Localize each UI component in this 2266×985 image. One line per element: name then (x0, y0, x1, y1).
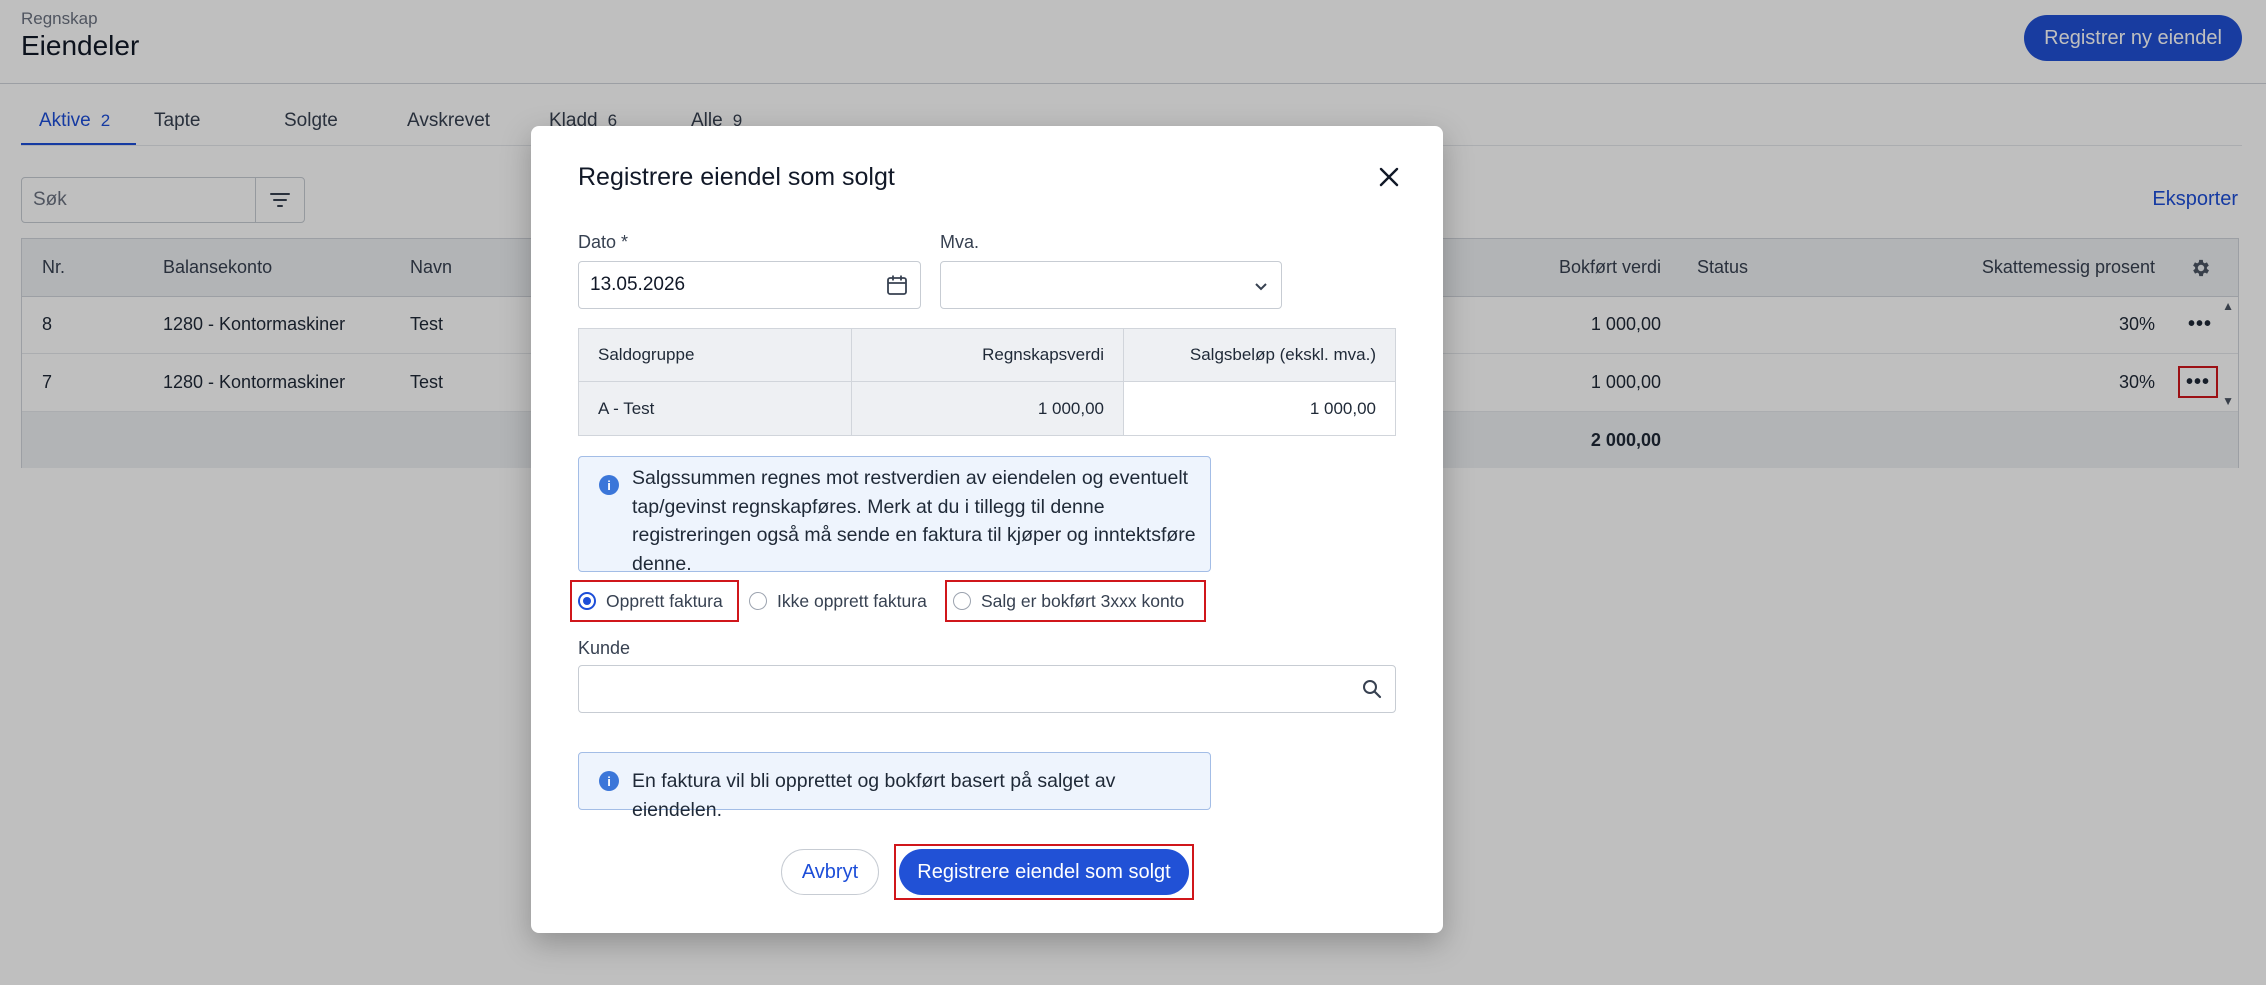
sell-asset-dialog: Registrere eiendel som solgt Dato * 13.0… (531, 126, 1443, 933)
info-box-sale: i Salgssummen regnes mot restverdien av … (578, 456, 1211, 575)
customer-label: Kunde (578, 638, 631, 658)
radio-label: Salg er bokført 3xxx konto (981, 590, 1185, 611)
dialog-title: Registrere eiendel som solgt (578, 163, 895, 191)
cancel-button[interactable]: Avbryt (781, 849, 879, 895)
submit-highlight: Registrere eiendel som solgt (894, 844, 1194, 900)
close-button[interactable] (1375, 163, 1403, 191)
grid-header-book-value: Regnskapsverdi (852, 329, 1124, 382)
sale-amount-grid: Saldogruppe Regnskapsverdi Salgsbeløp (e… (578, 328, 1396, 436)
close-icon (1379, 167, 1399, 187)
chevron-down-icon (1255, 283, 1267, 291)
radio-label: Ikke opprett faktura (777, 590, 927, 611)
vat-label: Mva. (940, 232, 980, 252)
radio-label: Opprett faktura (606, 590, 723, 611)
grid-cell-balance-group: A - Test (579, 382, 852, 435)
grid-header-sale-amount: Salgsbeløp (ekskl. mva.) (1124, 329, 1395, 382)
register-sold-button[interactable]: Registrere eiendel som solgt (899, 849, 1189, 895)
info-text-invoice: En faktura vil bli opprettet og bokført … (632, 770, 1116, 821)
date-value: 13.05.2026 (590, 274, 686, 295)
date-label: Dato * (578, 232, 629, 252)
info-box-invoice: i En faktura vil bli opprettet og bokfør… (578, 752, 1211, 821)
info-icon: i (599, 475, 619, 495)
radio-button[interactable] (953, 592, 971, 610)
info-text-sale: Salgssummen regnes mot restverdien av ei… (632, 467, 1196, 575)
customer-search-field[interactable] (578, 665, 1396, 713)
grid-cell-book-value: 1 000,00 (852, 382, 1124, 435)
date-field[interactable]: 13.05.2026 (578, 261, 921, 309)
sale-amount-input[interactable]: 1 000,00 (1124, 382, 1395, 435)
radio-button[interactable] (749, 592, 767, 610)
radio-sale-booked-3xxx[interactable]: Salg er bokført 3xxx konto (945, 580, 1206, 622)
radio-button[interactable] (578, 592, 596, 610)
calendar-icon[interactable] (886, 274, 908, 296)
vat-select[interactable] (940, 261, 1282, 309)
radio-no-invoice[interactable]: Ikke opprett faktura (749, 582, 939, 620)
info-icon: i (599, 771, 619, 791)
grid-header-balance-group: Saldogruppe (579, 329, 852, 382)
radio-create-invoice[interactable]: Opprett faktura (570, 580, 739, 622)
search-icon (1363, 680, 1382, 699)
